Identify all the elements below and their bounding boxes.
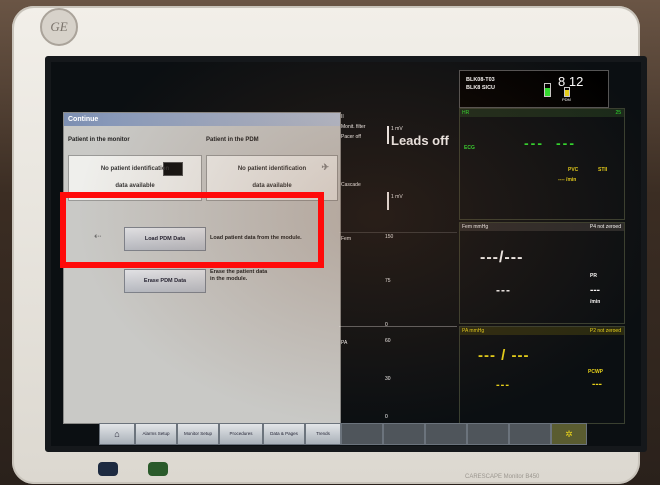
erase-pdm-data-button[interactable]: Erase PDM Data	[124, 269, 206, 293]
disabled-button-5	[509, 423, 551, 445]
pvc-label: PVC	[568, 167, 579, 173]
pa-pressure-value: --- / ---	[478, 347, 530, 364]
monitor-patient-header: Patient in the monitor	[68, 137, 130, 143]
home-button[interactable]: ⌂	[99, 423, 135, 445]
divider	[339, 232, 457, 233]
fem-pressure-value: ---/---	[480, 249, 524, 266]
pdm-box-line1: No patient identification	[237, 166, 307, 172]
ecg-scale-bar	[387, 126, 389, 144]
ecg-lead-label: II	[341, 114, 344, 120]
monit-filter-label: Monit. filter	[341, 124, 366, 130]
pa-parameter-tile[interactable]: PA mmHg P2 not zeroed --- / --- --- PCWP…	[459, 326, 625, 424]
pa-scale-30: 30	[385, 376, 391, 382]
procedures-button[interactable]: Procedures	[219, 423, 263, 445]
erase-description-line1: Erase the patient data	[210, 269, 268, 275]
hr-value-2: ---	[556, 135, 576, 151]
ecg-parameter-tile[interactable]: HR 25 ECG --- --- PVC STII ---- /min	[459, 108, 625, 220]
leads-off-message: Leads off	[391, 133, 449, 148]
dialog-title: Continue	[64, 113, 340, 126]
data-pages-button[interactable]: Data & Pages	[263, 423, 305, 445]
fem-parameter-tile[interactable]: Fem mmHg P4 not zeroed ---/--- PR --- --…	[459, 222, 625, 324]
alarms-setup-button[interactable]: Alarms Setup	[135, 423, 177, 445]
waveform-area: II Monit. filter Pacer off 1 mV Leads of…	[339, 112, 457, 422]
monitor-box-line2: data available	[115, 183, 155, 189]
power-button[interactable]	[98, 462, 118, 476]
ecg-tile-header: HR 25	[460, 109, 624, 117]
parameter-panel: HR 25 ECG --- --- PVC STII ---- /min Fem…	[459, 82, 627, 424]
fem-label: Fem	[341, 236, 351, 242]
fem-scale-75: 75	[385, 278, 391, 284]
disabled-button-2	[383, 423, 425, 445]
cascade-label: Cascade	[341, 182, 361, 188]
pacer-label: Pacer off	[341, 134, 361, 140]
ecg-label: ECG	[464, 145, 475, 151]
cascade-scale-bar	[387, 192, 389, 210]
pa-scale-60: 60	[385, 338, 391, 344]
disabled-button-4	[467, 423, 509, 445]
ecg-scale-label: 1 mV	[391, 126, 403, 132]
ac-indicator	[148, 462, 168, 476]
fem-tile-header: Fem mmHg P4 not zeroed	[460, 223, 624, 231]
fem-baseline	[339, 326, 457, 327]
alarm-silence-icon[interactable]: ✲	[551, 423, 587, 445]
pa-mean-value: ---	[496, 379, 510, 391]
monitor-setup-button[interactable]: Monitor Setup	[177, 423, 219, 445]
erase-description-line2: in the module.	[210, 276, 248, 282]
pa-label: PA	[341, 340, 348, 346]
pdm-patient-header: Patient in the PDM	[206, 137, 259, 143]
trends-button[interactable]: Trends	[305, 423, 341, 445]
disabled-button-3	[425, 423, 467, 445]
st-label: STII	[598, 167, 608, 173]
pa-scale-0: 0	[385, 414, 388, 420]
pvc-units: ---- /min	[558, 177, 577, 183]
continue-dialog: Continue Patient in the monitor Patient …	[63, 112, 341, 424]
highlight-annotation	[60, 192, 324, 268]
model-label: CARESCAPE Monitor B450	[465, 474, 540, 480]
fem-scale-150: 150	[385, 234, 394, 240]
pa-tile-header: PA mmHg P2 not zeroed	[460, 327, 624, 335]
fem-pr-label: PR	[590, 273, 597, 279]
cascade-scale-label: 1 mV	[391, 194, 403, 200]
pcwp-value: ---	[592, 379, 602, 390]
hr-value: ---	[524, 135, 544, 151]
ge-logo: GE	[40, 8, 78, 46]
monitor-box-line1: No patient identification	[100, 166, 170, 172]
bottom-menu-bar: ⌂ Alarms Setup Monitor Setup Procedures …	[99, 423, 609, 445]
fem-pr-units: /min	[590, 299, 601, 305]
disabled-button-1	[341, 423, 383, 445]
fem-mean-value: ---	[496, 283, 511, 297]
pcwp-label: PCWP	[588, 369, 603, 375]
pdm-box-line2: data available	[252, 183, 292, 189]
fem-pr-value: ---	[590, 285, 600, 296]
fem-scale-0: 0	[385, 322, 388, 328]
